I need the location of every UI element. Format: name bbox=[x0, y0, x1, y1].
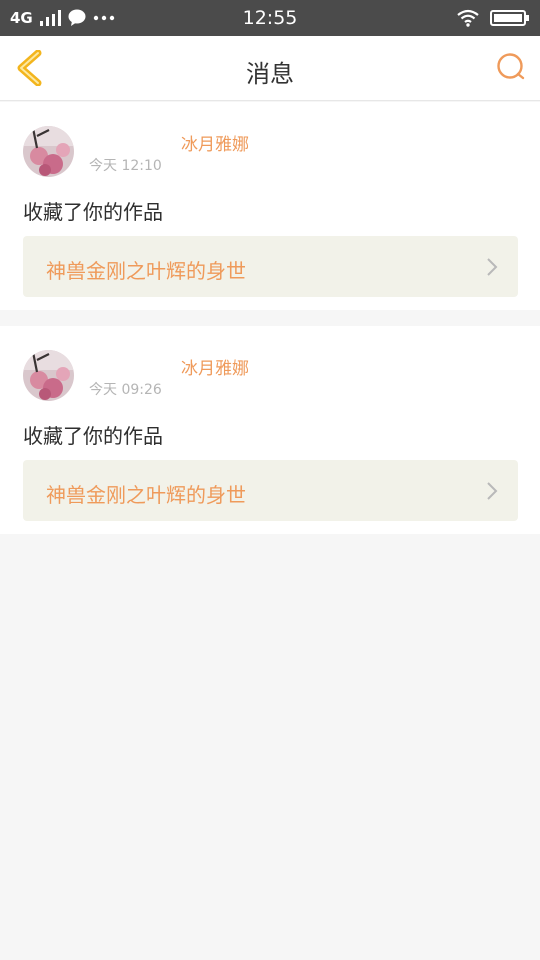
chevron-right-icon bbox=[487, 482, 498, 500]
message-time: 今天 09:26 bbox=[89, 382, 162, 398]
work-title: 神兽金刚之叶辉的身世 bbox=[46, 483, 246, 507]
search-icon bbox=[497, 53, 525, 80]
status-right bbox=[456, 9, 530, 27]
user-name[interactable]: 冰月雅娜 bbox=[181, 354, 249, 379]
message-card: 冰月雅娜 今天 09:26 收藏了你的作品 神兽金刚之叶辉的身世 bbox=[0, 326, 540, 534]
wifi-icon bbox=[457, 9, 479, 27]
user-name[interactable]: 冰月雅娜 bbox=[181, 130, 249, 155]
message-time: 今天 12:10 bbox=[89, 158, 162, 174]
search-button[interactable] bbox=[496, 52, 526, 82]
work-link[interactable]: 神兽金刚之叶辉的身世 bbox=[23, 460, 518, 521]
message-card: 冰月雅娜 今天 12:10 收藏了你的作品 神兽金刚之叶辉的身世 bbox=[0, 102, 540, 310]
page-title: 消息 bbox=[246, 60, 294, 88]
chevron-right-icon bbox=[487, 258, 498, 276]
avatar[interactable] bbox=[23, 350, 74, 401]
work-title: 神兽金刚之叶辉的身世 bbox=[46, 259, 246, 283]
header: 消息 bbox=[0, 36, 540, 101]
battery-icon bbox=[490, 10, 529, 26]
work-link[interactable]: 神兽金刚之叶辉的身世 bbox=[23, 236, 518, 297]
avatar[interactable] bbox=[23, 126, 74, 177]
status-bar: 4G 12:55 bbox=[0, 0, 540, 36]
message-action: 收藏了你的作品 bbox=[23, 424, 163, 448]
message-action: 收藏了你的作品 bbox=[23, 200, 163, 224]
